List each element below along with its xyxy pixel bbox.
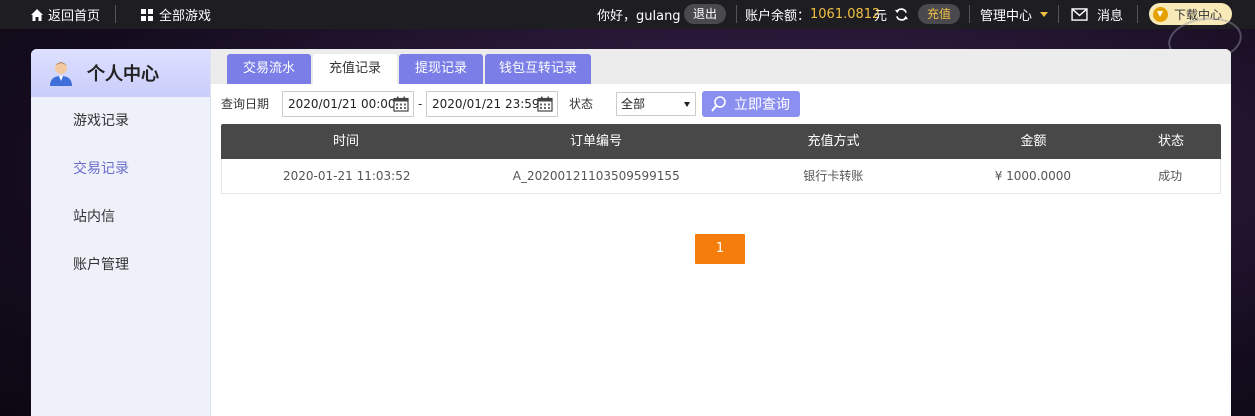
divider (1058, 5, 1059, 23)
sidebar: 个人中心 游戏记录 交易记录 站内信 账户管理 (31, 49, 211, 416)
chevron-down-icon (684, 102, 690, 107)
sidebar-title: 个人中心 (87, 64, 159, 85)
balance-value: 1061.0812 (810, 7, 881, 22)
table-row: 2020-01-21 11:03:52 A_202001211035095991… (221, 159, 1221, 194)
status-select[interactable]: 全部 (616, 92, 696, 116)
cell-order-number: A_20200121103509599155 (512, 169, 680, 183)
management-center-menu[interactable]: 管理中心 (980, 0, 1032, 29)
divider (736, 5, 737, 23)
messages-link[interactable]: 消息 (1071, 0, 1123, 29)
table-header: 时间 订单编号 充值方式 金额 状态 (221, 124, 1221, 159)
cell-time: 2020-01-21 11:03:52 (283, 169, 411, 183)
search-button[interactable]: 立即查询 (702, 91, 800, 117)
main-content: 交易流水 充值记录 提现记录 钱包互转记录 查询日期 2020/01/21 00… (211, 49, 1231, 416)
pagination-page-button[interactable]: 1 (695, 234, 745, 264)
date-separator: - (418, 97, 423, 111)
grid-icon (141, 8, 153, 21)
currency-unit: 元 (874, 9, 888, 24)
magnifier-icon (711, 96, 726, 112)
download-icon (1153, 6, 1168, 22)
tab-withdrawal-records[interactable]: 提现记录 (399, 54, 483, 84)
cell-amount: ¥ 1000.0000 (994, 169, 1072, 183)
divider (969, 5, 970, 23)
sidebar-menu: 游戏记录 交易记录 站内信 账户管理 (31, 97, 210, 289)
envelope-icon (1071, 8, 1088, 21)
date-label: 查询日期 (221, 97, 270, 111)
tab-transaction-flow[interactable]: 交易流水 (227, 54, 311, 84)
greeting-text: 你好，gulang (597, 9, 681, 24)
all-games-label: 全部游戏 (159, 9, 212, 24)
search-button-label: 立即查询 (734, 97, 790, 113)
tab-wallet-transfer-records[interactable]: 钱包互转记录 (485, 54, 591, 84)
recharge-records-table: 时间 订单编号 充值方式 金额 状态 2020-01-21 11:03:52 A… (221, 124, 1221, 194)
column-header-time: 时间 (332, 134, 359, 149)
home-link-label: 返回首页 (48, 9, 101, 24)
top-navigation-bar: 返回首页 全部游戏 你好，gulang 退出 账户余额： 1061.0812 元… (0, 0, 1255, 29)
balance-label: 账户余额： (745, 9, 811, 24)
status-select-value: 全部 (621, 97, 646, 111)
divider (1137, 5, 1138, 23)
tab-bar: 交易流水 充值记录 提现记录 钱包互转记录 (211, 49, 1231, 84)
sidebar-item-game-records[interactable]: 游戏记录 (31, 97, 210, 145)
personal-center-panel: 个人中心 游戏记录 交易记录 站内信 账户管理 交易流水 充值记录 提现记录 钱… (31, 49, 1231, 416)
sidebar-item-account-management[interactable]: 账户管理 (31, 241, 210, 289)
sidebar-item-inbox[interactable]: 站内信 (31, 193, 210, 241)
recharge-button[interactable]: 充值 (918, 4, 961, 24)
sidebar-header: 个人中心 (31, 49, 210, 97)
column-header-recharge-method: 充值方式 (807, 134, 860, 149)
status-label: 状态 (569, 97, 594, 111)
refresh-icon[interactable] (894, 7, 909, 22)
logout-button[interactable]: 退出 (684, 4, 727, 24)
cell-recharge-method: 银行卡转账 (803, 169, 864, 183)
filter-bar: 查询日期 2020/01/21 00:00 - 2020/01/21 23:59… (221, 91, 821, 117)
column-header-order-number: 订单编号 (569, 134, 622, 149)
sidebar-item-transaction-records[interactable]: 交易记录 (31, 145, 210, 193)
home-link[interactable]: 返回首页 (30, 0, 100, 29)
calendar-icon[interactable] (537, 96, 553, 112)
home-icon (31, 8, 43, 21)
calendar-icon[interactable] (393, 96, 409, 112)
user-avatar-icon (50, 62, 72, 86)
tab-recharge-records[interactable]: 充值记录 (313, 54, 397, 84)
divider (115, 5, 116, 23)
messages-label: 消息 (1097, 9, 1124, 24)
cell-status: 成功 (1158, 169, 1183, 183)
all-games-link[interactable]: 全部游戏 (141, 0, 211, 29)
column-header-status: 状态 (1157, 134, 1184, 149)
column-header-amount: 金额 (1020, 134, 1047, 149)
chevron-down-icon[interactable] (1040, 12, 1048, 17)
